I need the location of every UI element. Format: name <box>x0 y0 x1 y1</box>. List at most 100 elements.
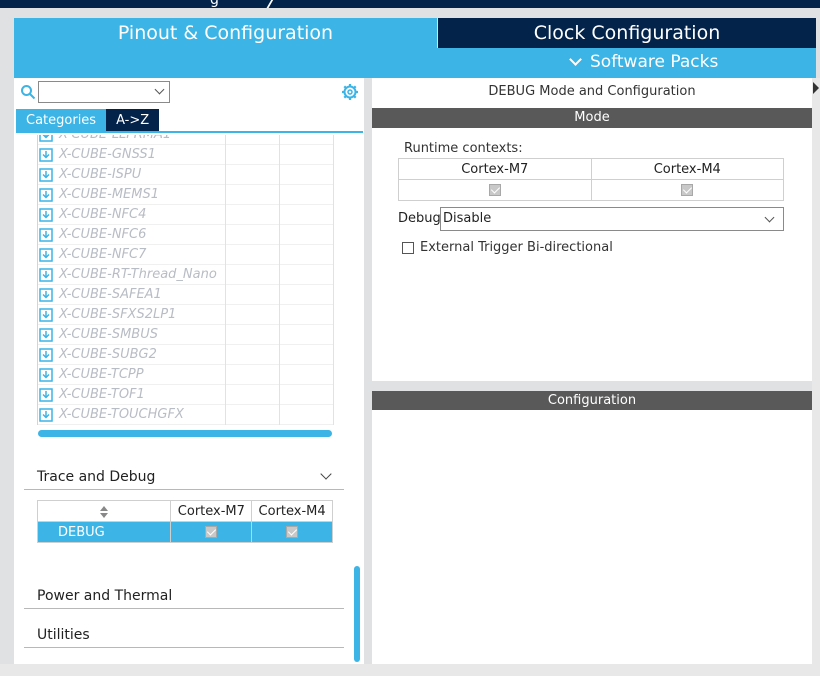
column-divider <box>333 165 334 185</box>
trace-debug-header[interactable]: Trace and Debug <box>24 464 344 490</box>
vertical-scrollbar[interactable] <box>354 566 360 662</box>
pack-name: X-CUBE-LLFRMA1 <box>59 135 225 142</box>
pack-name: X-CUBE-NFC4 <box>59 207 147 222</box>
list-item[interactable]: X-CUBE-TCPP <box>38 365 334 385</box>
download-icon[interactable] <box>39 287 53 302</box>
utilities-header[interactable]: Utilities <box>24 622 406 648</box>
pack-name: X-CUBE-MEMS1 <box>59 187 159 202</box>
checked-checkbox[interactable] <box>286 526 299 538</box>
download-icon[interactable] <box>39 307 53 322</box>
pack-name: X-CUBE-GNSS1 <box>59 147 156 162</box>
tab-pinout-configuration[interactable]: Pinout & Configuration <box>14 18 437 48</box>
column-divider <box>279 135 280 145</box>
download-icon[interactable] <box>39 147 53 162</box>
pack-name: X-CUBE-SFXS2LP1 <box>59 307 177 322</box>
column-divider <box>225 165 226 185</box>
pack-name: X-CUBE-SMBUS <box>59 327 158 342</box>
sort-header[interactable] <box>36 500 172 522</box>
mode-section-bar: Mode <box>372 108 812 128</box>
column-divider <box>333 225 334 245</box>
pack-name: X-CUBE-NFC7 <box>59 247 147 262</box>
column-divider <box>225 225 226 245</box>
checked-checkbox[interactable] <box>205 526 218 538</box>
list-item[interactable]: X-CUBE-SMBUS <box>38 325 334 345</box>
software-packs-menu[interactable]: Software Packs <box>569 52 718 72</box>
list-item[interactable]: X-CUBE-RT-Thread_Nano <box>38 265 334 285</box>
collapse-handle[interactable] <box>812 78 820 664</box>
debug-select[interactable]: Disable <box>440 207 784 231</box>
download-icon[interactable] <box>39 267 53 282</box>
panel-splitter[interactable] <box>372 381 812 391</box>
tab-categories[interactable]: Categories <box>16 109 107 131</box>
external-trigger-option[interactable]: External Trigger Bi-directional <box>402 240 613 255</box>
context-m4-cell[interactable] <box>590 179 784 201</box>
download-icon[interactable] <box>39 387 53 402</box>
tab-a-z[interactable]: A->Z <box>106 109 160 131</box>
download-icon[interactable] <box>39 227 53 242</box>
chevron-down-icon <box>320 468 332 480</box>
column-divider <box>333 325 334 345</box>
power-thermal-title: Power and Thermal <box>37 587 173 604</box>
col-cortex-m4[interactable]: Cortex-M4 <box>251 500 333 522</box>
list-item[interactable]: X-CUBE-NFC4 <box>38 205 334 225</box>
column-divider <box>225 285 226 305</box>
download-icon[interactable] <box>39 367 53 382</box>
list-item[interactable]: X-CUBE-NFC7 <box>38 245 334 265</box>
chevron-down-icon[interactable] <box>154 84 165 95</box>
column-divider <box>279 225 280 245</box>
context-m7-cell[interactable] <box>398 179 592 201</box>
power-thermal-header[interactable]: Power and Thermal <box>24 583 406 609</box>
pack-name: X-CUBE-RT-Thread_Nano <box>59 267 217 282</box>
table-row[interactable]: DEBUG <box>36 521 333 543</box>
chevron-down-icon <box>569 53 582 66</box>
pack-name: X-CUBE-ISPU <box>59 167 142 182</box>
checked-checkbox[interactable] <box>488 184 501 196</box>
column-divider <box>279 185 280 205</box>
column-divider <box>333 305 334 325</box>
list-item[interactable]: X-CUBE-ISPU <box>38 165 334 185</box>
external-trigger-label: External Trigger Bi-directional <box>420 240 613 255</box>
debug-m4-cell[interactable] <box>251 521 333 543</box>
panel-title: DEBUG Mode and Configuration <box>488 84 696 99</box>
column-divider <box>225 135 226 145</box>
debug-m7-cell[interactable] <box>170 521 253 543</box>
download-icon[interactable] <box>39 135 53 142</box>
download-icon[interactable] <box>39 167 53 182</box>
list-item[interactable]: X-CUBE-NFC6 <box>38 225 334 245</box>
download-icon[interactable] <box>39 247 53 262</box>
list-item[interactable]: X-CUBE-SFXS2LP1 <box>38 305 334 325</box>
breadcrumb-label[interactable]: g <box>210 0 219 8</box>
debug-row-name[interactable]: DEBUG <box>36 521 172 543</box>
triangle-right-icon <box>813 82 819 94</box>
utilities-title: Utilities <box>37 626 90 643</box>
column-divider <box>279 325 280 345</box>
tab-clock-configuration[interactable]: Clock Configuration <box>438 18 816 48</box>
list-item[interactable]: X-CUBE-SUBG2 <box>38 345 334 365</box>
download-icon[interactable] <box>39 407 53 422</box>
download-icon[interactable] <box>39 207 53 222</box>
column-divider <box>225 385 226 405</box>
gear-icon[interactable] <box>341 83 359 101</box>
list-item[interactable]: X-CUBE-LLFRMA1 <box>38 135 334 145</box>
list-item[interactable]: X-CUBE-MEMS1 <box>38 185 334 205</box>
list-item[interactable]: X-CUBE-SAFEA1 <box>38 285 334 305</box>
column-divider <box>333 245 334 265</box>
download-icon[interactable] <box>39 187 53 202</box>
column-divider <box>333 185 334 205</box>
category-tabs: Categories A->Z <box>16 109 160 131</box>
list-item[interactable]: X-CUBE-TOF1 <box>38 385 334 405</box>
checked-checkbox[interactable] <box>681 184 694 196</box>
list-item[interactable]: X-CUBE-TOUCHGFX <box>38 405 334 425</box>
breadcrumb: g <box>0 0 820 8</box>
column-divider <box>225 145 226 165</box>
search-icon[interactable] <box>20 84 36 100</box>
search-combobox[interactable] <box>38 81 170 103</box>
external-trigger-checkbox[interactable] <box>402 241 414 254</box>
download-icon[interactable] <box>39 327 53 342</box>
col-cortex-m7[interactable]: Cortex-M7 <box>170 500 253 522</box>
list-item[interactable]: X-CUBE-GNSS1 <box>38 145 334 165</box>
column-divider <box>279 305 280 325</box>
download-icon[interactable] <box>39 347 53 362</box>
software-pack-list: X-CUBE-LLFRMA1 X-CUBE-GNSS1 X-CUBE-ISPU X-C… <box>37 135 334 425</box>
horizontal-scrollbar[interactable] <box>38 430 332 437</box>
